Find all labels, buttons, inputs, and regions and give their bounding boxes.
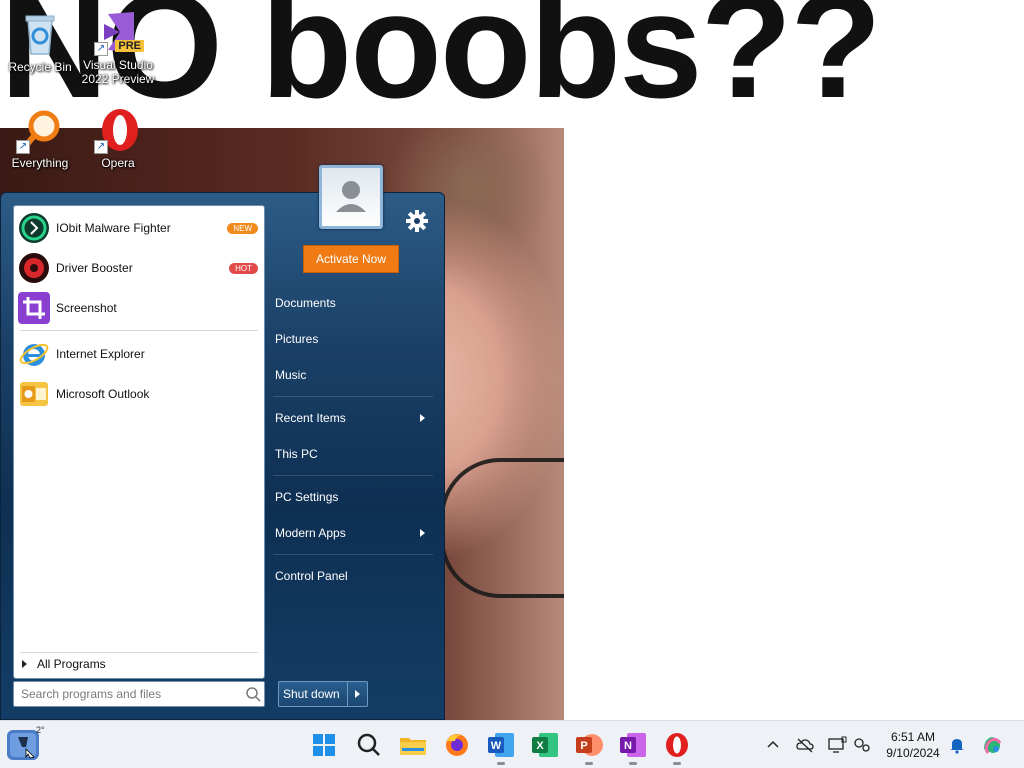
chevron-up-icon[interactable]: [763, 735, 783, 755]
shortcut-arrow-icon: ↗: [94, 42, 108, 56]
desktop-icon-visual-studio[interactable]: PRE ↗ Visual Studio 2022 Preview: [80, 8, 156, 86]
links-divider: [273, 554, 433, 555]
links-divider: [273, 396, 433, 397]
gear-icon[interactable]: [405, 209, 429, 233]
program-screenshot[interactable]: Screenshot: [18, 290, 262, 326]
opera-icon: ↗: [94, 106, 142, 154]
notification-bell-icon[interactable]: [947, 735, 967, 755]
svg-text:X: X: [536, 740, 544, 752]
shutdown-button[interactable]: Shut down: [278, 681, 368, 707]
firefox-icon[interactable]: [441, 729, 473, 761]
program-label: Screenshot: [56, 301, 117, 315]
search-icon[interactable]: [353, 729, 385, 761]
wallpaper-glasses: [440, 458, 564, 598]
activate-now-button[interactable]: Activate Now: [303, 245, 399, 273]
program-label: Internet Explorer: [56, 347, 145, 361]
links-divider: [273, 475, 433, 476]
desktop-icon-label: Everything: [11, 156, 69, 170]
search-icon[interactable]: [242, 683, 264, 705]
word-icon[interactable]: W: [485, 729, 517, 765]
submenu-arrow-icon: [420, 529, 425, 537]
excel-icon[interactable]: X: [529, 729, 561, 761]
link-documents[interactable]: Documents: [265, 289, 435, 317]
internet-explorer-icon: [18, 338, 50, 370]
svg-text:N: N: [624, 740, 632, 752]
link-pictures[interactable]: Pictures: [265, 325, 435, 353]
classic-start-button[interactable]: 2°: [6, 725, 45, 763]
search-input[interactable]: [21, 687, 242, 701]
shutdown-label: Shut down: [283, 687, 340, 701]
screenshot-crop-icon: [18, 292, 50, 324]
copilot-icon[interactable]: [980, 733, 1004, 757]
powerpoint-icon[interactable]: P: [573, 729, 605, 765]
visual-studio-icon: PRE ↗: [94, 8, 144, 56]
desktop-icon-label: Recycle Bin: [8, 60, 72, 74]
hot-badge: HOT: [229, 262, 258, 274]
running-indicator: [673, 762, 681, 765]
submenu-arrow-icon: [420, 414, 425, 422]
desktop-icon-label: Visual Studio 2022 Preview: [81, 58, 155, 86]
start-menu-programs-pane: IObit Malware Fighter NEW Driver Booster…: [13, 205, 265, 679]
program-driver-booster[interactable]: Driver Booster HOT: [18, 250, 262, 286]
desktop-icon-opera[interactable]: ↗ Opera: [80, 106, 156, 170]
taskbar: 2° W X P N 6:51 AM 9/10/2024: [0, 720, 1024, 768]
user-avatar[interactable]: [319, 165, 383, 229]
desktop-icon-label: Opera: [101, 156, 135, 170]
monitor-icon[interactable]: [827, 735, 847, 755]
link-music[interactable]: Music: [265, 361, 435, 389]
recycle-bin-icon: [16, 10, 64, 58]
clock-date: 9/10/2024: [886, 746, 940, 760]
program-iobit-malware-fighter[interactable]: IObit Malware Fighter NEW: [18, 210, 262, 246]
program-label: Microsoft Outlook: [56, 387, 150, 401]
opera-icon[interactable]: [661, 729, 693, 765]
new-badge: NEW: [227, 222, 258, 234]
program-label: IObit Malware Fighter: [56, 221, 171, 235]
program-label: Driver Booster: [56, 261, 133, 275]
program-internet-explorer[interactable]: Internet Explorer: [18, 336, 262, 372]
clock-time: 6:51 AM: [890, 730, 936, 744]
cloud-offline-icon[interactable]: [795, 735, 815, 755]
search-box[interactable]: [13, 681, 265, 707]
link-control-panel[interactable]: Control Panel: [265, 562, 435, 590]
preview-badge: PRE: [115, 40, 144, 52]
all-programs-button[interactable]: All Programs: [20, 652, 258, 674]
all-programs-label: All Programs: [37, 656, 106, 671]
svg-text:W: W: [491, 740, 502, 752]
program-microsoft-outlook[interactable]: Microsoft Outlook: [18, 376, 262, 412]
svg-text:P: P: [580, 740, 587, 752]
link-label: Modern Apps: [275, 526, 346, 540]
shortcut-arrow-icon: ↗: [16, 140, 30, 154]
windows-start-icon[interactable]: [308, 729, 340, 761]
desktop-icon-recycle-bin[interactable]: Recycle Bin: [2, 10, 78, 74]
clock[interactable]: 6:51 AM 9/10/2024: [876, 729, 950, 761]
link-recent-items[interactable]: Recent Items: [265, 404, 435, 432]
link-modern-apps[interactable]: Modern Apps: [265, 519, 435, 547]
iobit-malware-fighter-icon: [18, 212, 50, 244]
everything-search-icon: ↗: [16, 106, 64, 154]
weather-temp: 2°: [36, 725, 45, 735]
onenote-icon[interactable]: N: [617, 729, 649, 765]
file-explorer-icon[interactable]: [397, 729, 429, 761]
running-indicator: [629, 762, 637, 765]
running-indicator: [497, 762, 505, 765]
shutdown-options-arrow-icon[interactable]: [347, 682, 367, 706]
start-menu: IObit Malware Fighter NEW Driver Booster…: [0, 165, 445, 720]
shortcut-arrow-icon: ↗: [94, 140, 108, 154]
running-indicator: [585, 762, 593, 765]
network-settings-icon[interactable]: [852, 735, 872, 755]
link-pc-settings[interactable]: PC Settings: [265, 483, 435, 511]
outlook-icon: [18, 378, 50, 410]
link-this-pc[interactable]: This PC: [265, 440, 435, 468]
expand-arrow-icon: [22, 659, 27, 668]
driver-booster-icon: [18, 252, 50, 284]
programs-divider: [20, 330, 258, 331]
link-label: Recent Items: [275, 411, 346, 425]
desktop-icon-everything[interactable]: ↗ Everything: [2, 106, 78, 170]
